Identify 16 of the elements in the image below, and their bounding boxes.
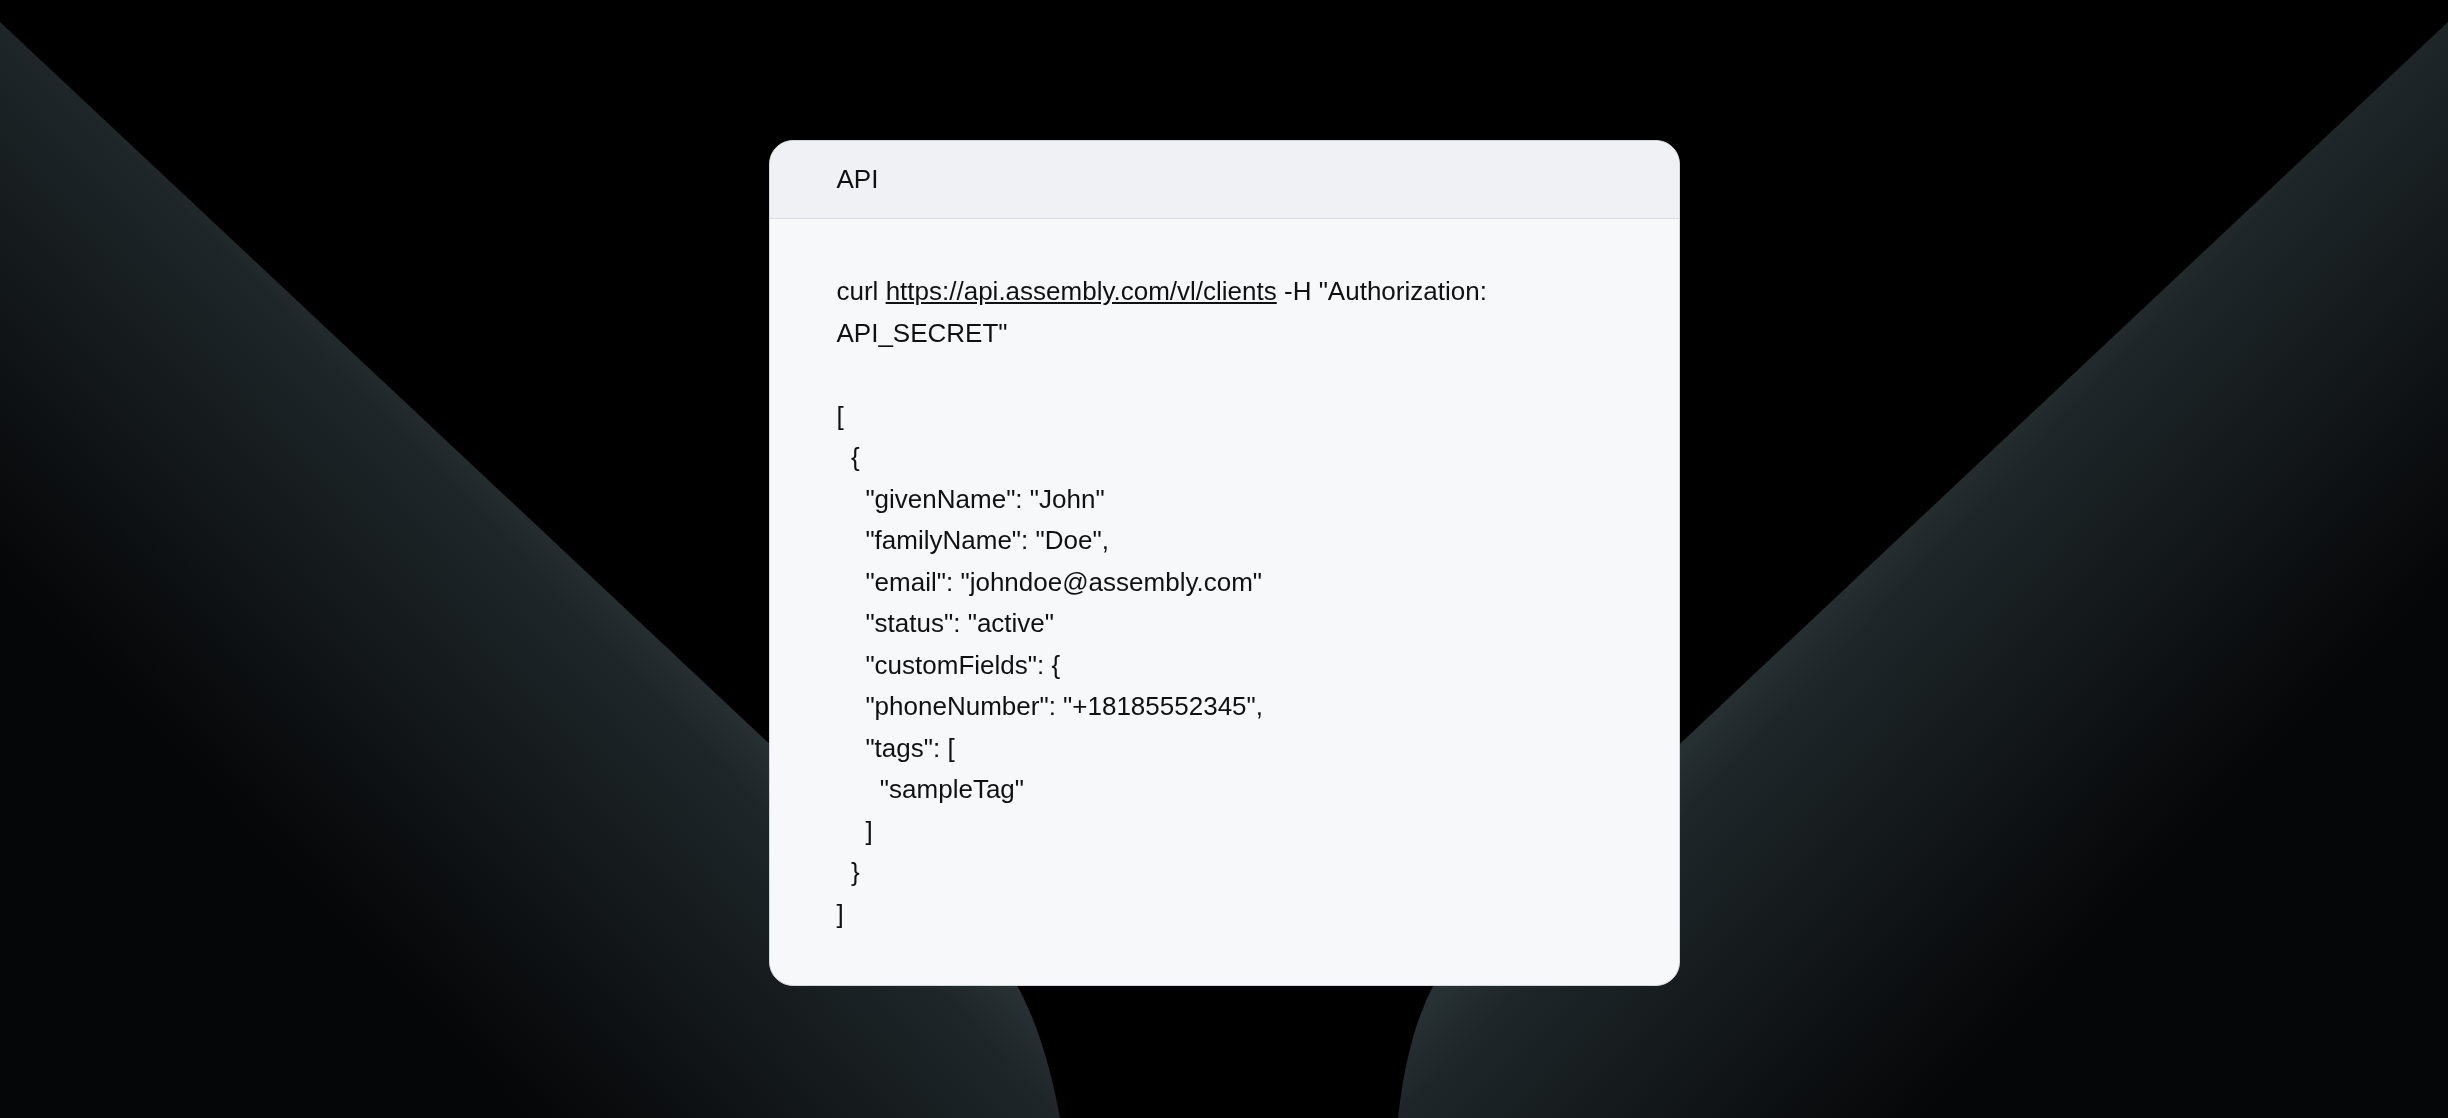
code-line: [: [836, 399, 844, 433]
code-line: }: [849, 856, 860, 889]
code-line: "familyName": "Doe",: [864, 524, 1109, 557]
code-line: "sampleTag": [878, 773, 1025, 806]
curl-command: curl https://api.assembly.com/vl/clients -H "Authorization: API_SECRET": [836, 275, 1488, 350]
code-line: "phoneNumber": "+18185552345",: [864, 690, 1263, 723]
card-title: API: [836, 163, 879, 196]
code-line: "email": "johndoe@assembly.com": [864, 565, 1263, 599]
code-line: "tags": [: [864, 731, 955, 765]
code-line: "customFields": {: [864, 648, 1061, 682]
api-link[interactable]: https://api.assembly.com/vl/clients: [885, 276, 1277, 306]
code-line: ]: [864, 814, 873, 848]
code-line: "givenName": "John": [864, 482, 1105, 516]
code-line: {: [849, 441, 860, 474]
code-line: ]: [836, 897, 844, 931]
code-line: "status": "active": [864, 607, 1055, 640]
